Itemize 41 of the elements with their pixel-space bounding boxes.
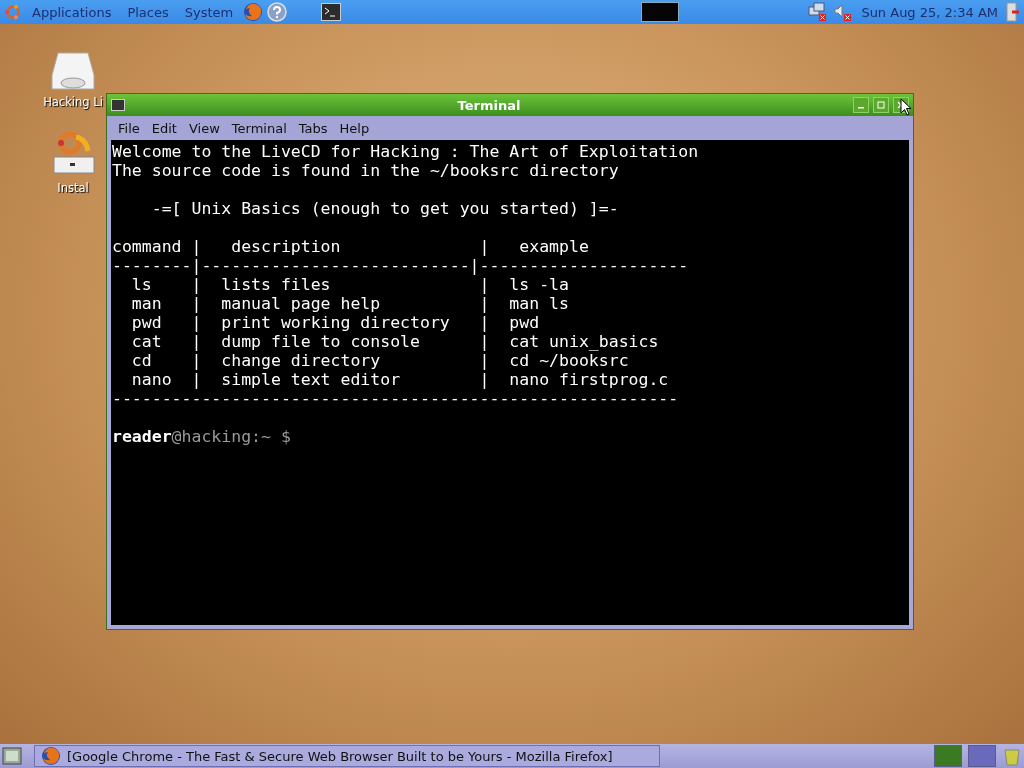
menu-item[interactable]: File xyxy=(113,120,145,136)
ubuntu-logo-icon[interactable] xyxy=(4,3,22,21)
terminal-line: -=[ Unix Basics (enough to get you started) ]=- xyxy=(150,199,620,218)
menu-item[interactable]: View xyxy=(183,120,225,136)
panel-menu[interactable]: Applications xyxy=(26,4,118,20)
logout-icon[interactable] xyxy=(1006,2,1020,22)
terminal-line: --------|---------------------------|--------------------- xyxy=(112,256,690,275)
minimize-button[interactable] xyxy=(853,97,869,113)
terminal-line: command | description | example xyxy=(112,237,590,256)
cd-drive-icon[interactable] xyxy=(50,49,96,93)
terminal-line: pwd | print working directory | pwd xyxy=(130,313,541,332)
terminal-icon[interactable] xyxy=(321,3,342,21)
clock[interactable]: Sun Aug 25, 2:34 AM xyxy=(857,4,1002,20)
taskbar-button[interactable]: [Google Chrome - The Fast & Secure Web Browser Built to be Yours - Mozilla Firefox] xyxy=(34,745,660,767)
terminal-line: Welcome to the LiveCD for Hacking : The Art of Exploitation xyxy=(112,142,700,161)
mouse-cursor-icon xyxy=(900,98,912,116)
menu-item[interactable]: Tabs xyxy=(293,120,333,136)
menu-item[interactable]: Terminal xyxy=(226,120,292,136)
panel-menu[interactable]: System xyxy=(178,4,240,20)
workspace-switcher-item[interactable] xyxy=(968,745,996,767)
terminal-line: nano | simple text editor | nano firstprog.c xyxy=(130,370,670,389)
terminal-prompt: reader@hacking:~ $ xyxy=(112,427,292,446)
terminal-icon[interactable] xyxy=(111,99,125,111)
terminal-line: --------------------------------------------------------- xyxy=(112,389,680,408)
trash-icon[interactable] xyxy=(1002,746,1022,766)
window-title: Terminal xyxy=(456,97,522,113)
workspace-switcher-item[interactable] xyxy=(934,745,962,767)
menu-item[interactable]: Help xyxy=(334,120,375,136)
firefox-icon[interactable] xyxy=(243,2,264,22)
terminal-line: cd | change directory | cd ~/booksrc xyxy=(130,351,630,370)
terminal-line: The source code is found in the ~/booksrc directory xyxy=(112,161,620,180)
terminal-line: ls | lists files | ls -la xyxy=(130,275,570,294)
help-icon[interactable] xyxy=(267,2,288,22)
firefox-icon[interactable] xyxy=(41,746,61,766)
maximize-icon xyxy=(877,101,885,109)
panel-menu[interactable]: Places xyxy=(121,4,175,20)
terminal-line: cat | dump file to console | cat unix_basics xyxy=(130,332,660,351)
terminal-line: man | manual page help | man ls xyxy=(130,294,570,313)
show-desktop-icon[interactable] xyxy=(2,747,22,765)
menu-item[interactable]: Edit xyxy=(146,120,182,136)
volume-icon[interactable] xyxy=(833,2,854,22)
